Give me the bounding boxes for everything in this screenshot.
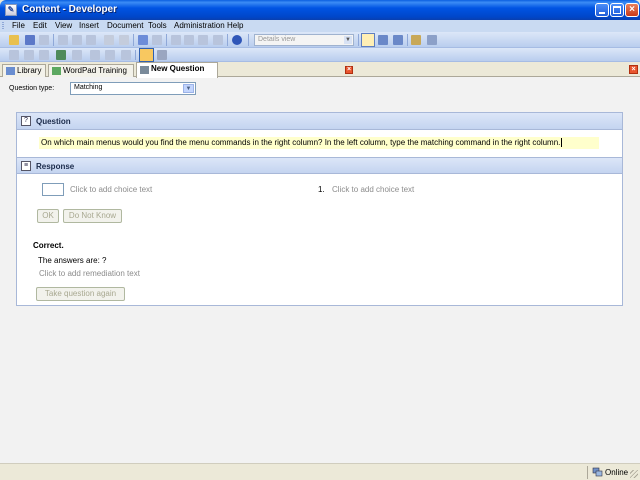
edit-mode-button[interactable] [139,48,154,62]
vertical-split-icon[interactable] [393,35,403,45]
undo-icon[interactable] [138,35,148,45]
question-type-select[interactable]: Matching ▼ [70,82,196,95]
insert-after-icon[interactable] [184,35,194,45]
remediation-text[interactable]: Click to add remediation text [39,269,140,278]
save-icon[interactable] [25,35,35,45]
match-number: 1. [318,185,325,194]
resize-grip[interactable] [630,470,638,478]
preview-icon[interactable] [427,35,437,45]
status-bar: Online [0,463,640,480]
menu-tools[interactable]: Tools [148,21,167,30]
ok-button[interactable]: OK [37,209,59,223]
tab-label: WordPad Training [63,66,127,75]
match-answer-input[interactable] [42,183,64,196]
action-icon[interactable] [105,50,115,60]
online-label: Online [605,468,629,477]
right-choice-text[interactable]: Click to add choice text [332,185,414,194]
answers-text: The answers are: ? [38,256,107,265]
insert-child-icon[interactable] [198,35,208,45]
flag-icon[interactable] [121,50,131,60]
view-select-value: Details view [258,36,296,43]
maximize-button[interactable] [610,3,624,17]
paste-icon[interactable] [86,35,96,45]
frame-icon[interactable] [39,50,49,60]
tab-wordpad-training[interactable]: WordPad Training [48,64,134,77]
close-button[interactable]: × [625,3,639,17]
tab-library[interactable]: Library [2,64,46,77]
chevron-down-icon: ▼ [344,36,352,44]
text-caret [561,138,563,148]
link-icon[interactable] [213,35,223,45]
app-icon[interactable]: ✎ [5,4,17,16]
tab-new-question[interactable]: New Question × [136,62,353,78]
menu-administration[interactable]: Administration [174,21,225,30]
response-section-header: ≡ Response [17,157,622,174]
redo-icon[interactable] [152,35,162,45]
menu-insert[interactable]: Insert [79,21,99,30]
copy-icon[interactable] [72,35,82,45]
user-icon[interactable] [157,50,167,60]
delete-icon[interactable] [104,35,114,45]
left-choice-text[interactable]: Click to add choice text [70,185,152,194]
standard-toolbar: Details view ▼ [0,32,640,48]
horizontal-split-icon[interactable] [378,35,388,45]
question-icon: ? [21,116,31,126]
menu-view[interactable]: View [55,21,72,30]
check-icon [52,67,61,75]
library-icon [6,67,15,75]
online-icon [592,467,603,477]
view-select[interactable]: Details view ▼ [254,34,354,46]
title-bar: ✎ Content - Developer × [0,0,640,20]
details-view-button[interactable] [361,33,375,47]
insert-before-icon[interactable] [171,35,181,45]
cut-icon[interactable] [58,35,68,45]
screen-icon[interactable] [56,50,66,60]
response-header-label: Response [36,162,75,171]
tab-label: Library [17,66,42,75]
question-type-label: Question type: [9,85,55,92]
question-type-value: Matching [74,84,103,91]
tab-close-icon[interactable]: × [345,66,353,74]
document-tabs: Library WordPad Training New Question × [0,62,640,78]
menu-file[interactable]: File [12,21,25,30]
hotspot-icon[interactable] [90,50,100,60]
question-section-header: ? Question [17,113,622,130]
question-header-label: Question [36,117,71,126]
response-icon: ≡ [21,161,31,171]
question-icon [140,66,149,74]
open-icon[interactable] [9,35,19,45]
bubble-icon[interactable] [72,50,82,60]
menu-grip[interactable] [2,22,4,30]
take-question-again-button[interactable]: Take question again [36,287,125,301]
menu-bar: File Edit View Insert Document Tools Adm… [0,20,640,32]
correct-feedback-title: Correct. [33,241,64,250]
publish-icon[interactable] [411,35,421,45]
help-icon[interactable] [232,35,242,45]
do-not-know-button[interactable]: Do Not Know [63,209,122,223]
save-all-icon[interactable] [39,35,49,45]
question-text: On which main menus would you find the m… [41,138,561,147]
editor-toolbar [0,48,640,62]
menu-help[interactable]: Help [227,21,243,30]
question-text-field[interactable]: On which main menus would you find the m… [39,137,599,149]
window-title: Content - Developer [22,4,118,15]
question-editor: Question type: Matching ▼ ? Question On … [0,77,640,463]
close-pane-icon[interactable]: × [629,65,638,74]
chevron-down-icon: ▼ [183,84,194,93]
menu-document[interactable]: Document [107,21,143,30]
record-icon[interactable] [24,50,34,60]
properties-icon[interactable] [119,35,129,45]
tab-label: New Question [151,64,205,73]
play-icon[interactable] [9,50,19,60]
minimize-button[interactable] [595,3,609,17]
menu-edit[interactable]: Edit [33,21,47,30]
